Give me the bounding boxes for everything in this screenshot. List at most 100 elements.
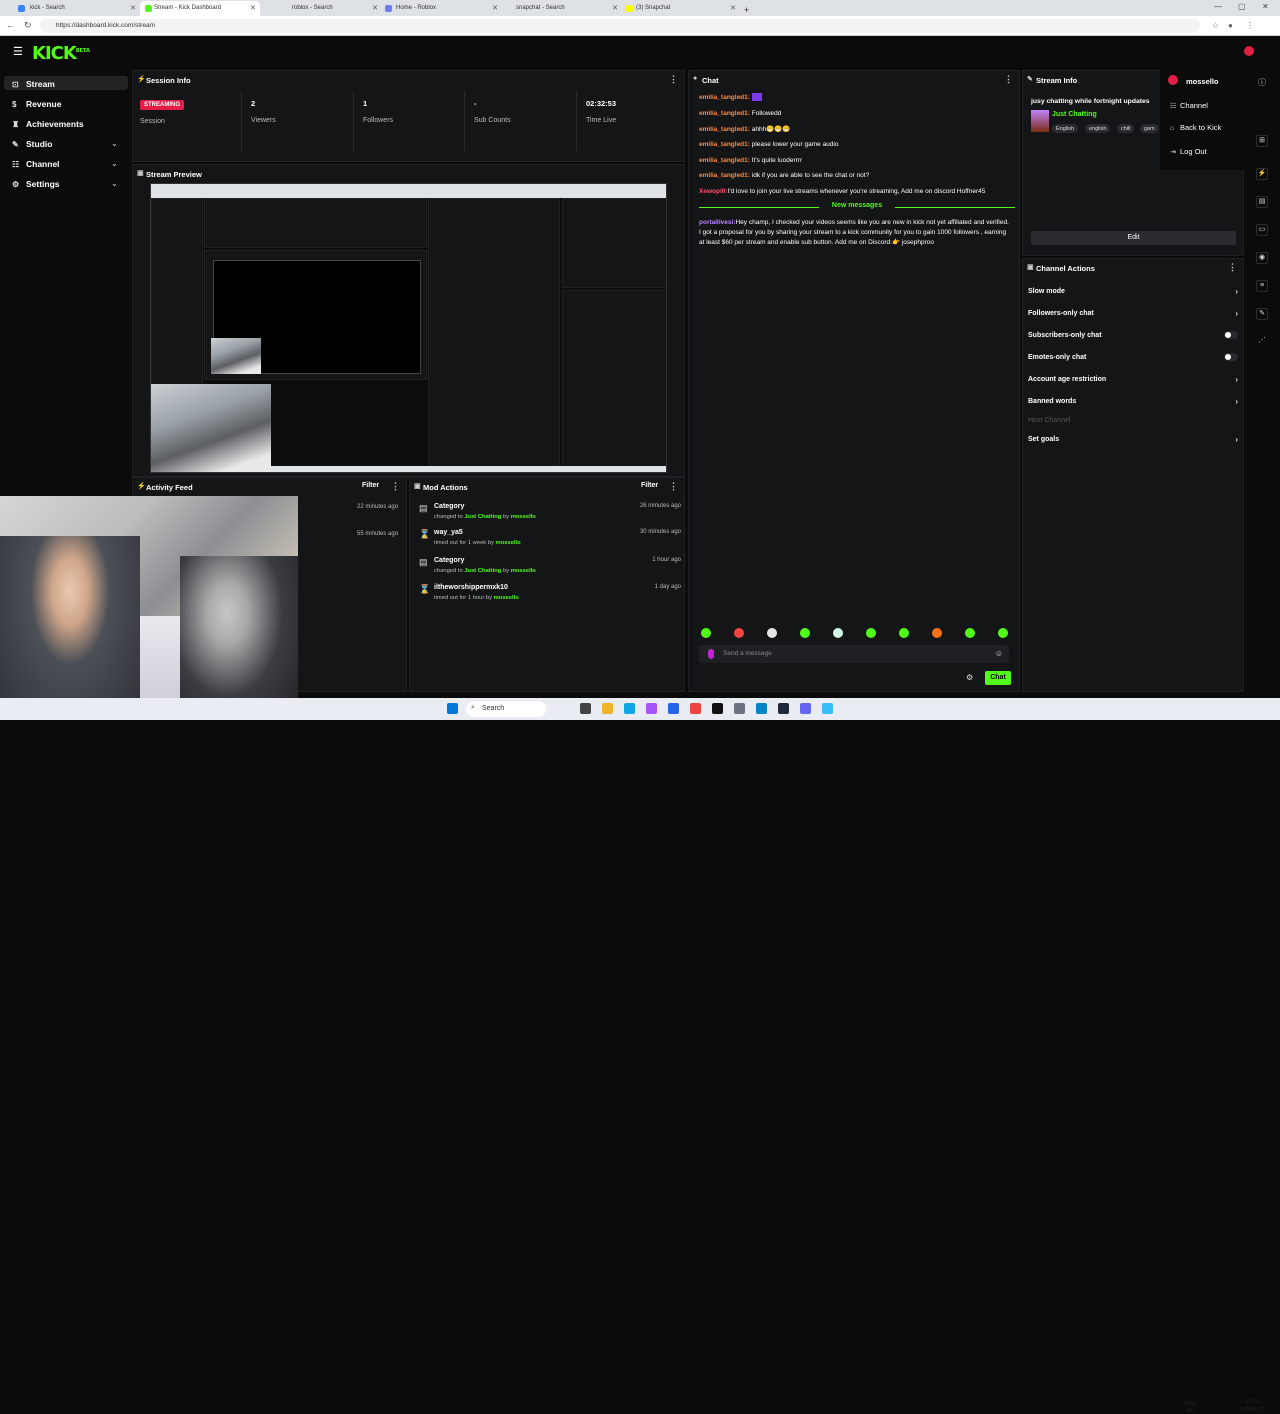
activity-filter-button[interactable]: Filter	[362, 482, 379, 489]
app-icon[interactable]	[668, 703, 679, 714]
more-options-icon[interactable]: ⋮	[1228, 262, 1237, 273]
dropdown-item-channel[interactable]: ☷ Channel	[1170, 101, 1208, 110]
rail-wrench-icon[interactable]: ✎	[1256, 308, 1268, 320]
close-icon[interactable]: ✕	[612, 4, 618, 12]
sidebar-item-achievements[interactable]: ♜ Achievements	[12, 119, 84, 129]
emote-icon[interactable]	[800, 628, 810, 638]
close-icon[interactable]: ✕	[250, 4, 256, 12]
user-avatar[interactable]	[1244, 46, 1254, 56]
tray-lang[interactable]: ENG	[1184, 1401, 1196, 1407]
emote-icon[interactable]	[998, 628, 1008, 638]
action-followers-only-chat[interactable]: Followers-only chat ›	[1028, 309, 1238, 318]
menu-icon[interactable]: ☰	[13, 45, 23, 58]
file-explorer-icon[interactable]	[602, 703, 613, 714]
sidebar-item-revenue[interactable]: $ Revenue	[12, 99, 61, 109]
browser-tab-kick-search[interactable]: kick - Search ✕	[0, 1, 140, 16]
dropdown-item-back-to-kick[interactable]: ⌂ Back to Kick	[1170, 123, 1221, 132]
emote-icon[interactable]	[899, 628, 909, 638]
activity-time: 55 minutes ago	[357, 531, 399, 537]
chevron-down-icon[interactable]: ⌄	[111, 139, 118, 148]
close-window-icon[interactable]: ✕	[1262, 2, 1269, 11]
app-icon[interactable]	[778, 703, 789, 714]
more-options-icon[interactable]: ⋮	[1004, 74, 1013, 85]
app-icon[interactable]	[822, 703, 833, 714]
browser-tab-snapchat-search[interactable]: snapchat - Search ✕	[502, 1, 622, 16]
profile-avatar-icon[interactable]: ●	[1228, 21, 1233, 30]
subscribers-only-toggle[interactable]	[1224, 331, 1238, 339]
stat-viewers: 2 Viewers	[251, 99, 276, 124]
app-icon[interactable]	[646, 703, 657, 714]
action-slow-mode[interactable]: Slow mode ›	[1028, 287, 1238, 296]
back-icon[interactable]: ←	[6, 20, 15, 30]
task-view-icon[interactable]	[580, 703, 591, 714]
action-account-age-restriction[interactable]: Account age restriction ›	[1028, 375, 1238, 384]
divider	[353, 91, 354, 151]
browser-tab-roblox-home[interactable]: Home - Roblox ✕	[382, 1, 502, 16]
taskbar-search[interactable]: ⌕ Search	[466, 701, 546, 717]
rail-bolt-icon[interactable]: ⚡	[1256, 168, 1268, 180]
channel-icon: ☷	[12, 160, 20, 169]
browser-tab-kick-dashboard[interactable]: Stream - Kick Dashboard ✕	[140, 1, 260, 16]
chat-send-button[interactable]: Chat	[985, 671, 1011, 685]
close-icon[interactable]: ✕	[492, 4, 498, 12]
edge-icon[interactable]	[624, 703, 635, 714]
category-thumbnail[interactable]	[1031, 110, 1049, 132]
rail-list-icon[interactable]: ≡	[1256, 280, 1268, 292]
action-banned-words[interactable]: Banned words ›	[1028, 397, 1238, 406]
sidebar-item-stream[interactable]: ⊡ Stream	[12, 79, 55, 89]
emote-icon[interactable]	[932, 628, 942, 638]
close-icon[interactable]: ✕	[730, 4, 736, 12]
info-icon[interactable]: ⓘ	[1258, 77, 1266, 88]
emote-icon[interactable]	[767, 628, 777, 638]
url-input[interactable]: https://dashboard.kick.com/stream	[40, 19, 1200, 33]
stream-preview-video[interactable]	[150, 183, 667, 473]
emote-icon[interactable]	[866, 628, 876, 638]
emoji-icon[interactable]: ☺	[995, 649, 1003, 658]
tray-date[interactable]: 07/08/2025	[1238, 1407, 1266, 1413]
chevron-down-icon[interactable]: ⌄	[111, 159, 118, 168]
browser-tab-snapchat[interactable]: (3) Snapchat ✕	[622, 1, 740, 16]
tag: English	[1052, 124, 1079, 133]
settings-icon[interactable]	[734, 703, 745, 714]
sidebar-item-settings[interactable]: ⚙ Settings	[12, 179, 60, 189]
more-options-icon[interactable]: ⋮	[669, 481, 678, 492]
new-tab-button[interactable]: +	[740, 1, 756, 16]
dropdown-item-log-out[interactable]: ⇥ Log Out	[1170, 147, 1207, 156]
tray-time[interactable]: 13:07	[1246, 1399, 1260, 1405]
emote-icon[interactable]	[965, 628, 975, 638]
reload-icon[interactable]: ↻	[24, 20, 32, 31]
emotes-only-toggle[interactable]	[1224, 353, 1238, 361]
steam-icon[interactable]	[712, 703, 723, 714]
close-icon[interactable]: ✕	[372, 4, 378, 12]
emote-icon[interactable]	[833, 628, 843, 638]
mod-filter-button[interactable]: Filter	[641, 482, 658, 489]
close-icon[interactable]: ✕	[130, 4, 136, 12]
chat-settings-icon[interactable]: ⚙	[966, 673, 973, 682]
sidebar-item-channel[interactable]: ☷ Channel	[12, 159, 60, 169]
minimize-icon[interactable]: —	[1214, 2, 1222, 11]
rail-chat-icon[interactable]: ▭	[1256, 224, 1268, 236]
star-icon[interactable]: ☆	[1212, 21, 1219, 30]
rail-broadcast-icon[interactable]: ◉	[1256, 252, 1268, 264]
rail-share-icon[interactable]: ⋰	[1256, 336, 1268, 348]
emote-icon[interactable]	[734, 628, 744, 638]
chrome-icon[interactable]	[690, 703, 701, 714]
kick-logo[interactable]: KICKBETA	[32, 43, 90, 64]
windows-start-icon[interactable]	[447, 703, 458, 714]
more-options-icon[interactable]: ⋮	[391, 481, 400, 492]
action-set-goals[interactable]: Set goals ›	[1028, 435, 1238, 444]
more-options-icon[interactable]: ⋮	[669, 74, 678, 85]
app-icon[interactable]	[756, 703, 767, 714]
maximize-icon[interactable]: ▢	[1238, 2, 1246, 11]
rail-grid-icon[interactable]: ⊞	[1256, 135, 1268, 147]
more-icon[interactable]: ⋮	[1246, 21, 1254, 30]
rail-layout-icon[interactable]: ▤	[1256, 196, 1268, 208]
category-link[interactable]: Just Chatting	[1052, 111, 1097, 118]
browser-tab-roblox-search[interactable]: roblox - Search ✕	[262, 1, 382, 16]
sidebar-item-studio[interactable]: ✎ Studio	[12, 139, 52, 149]
edit-stream-info-button[interactable]: Edit	[1031, 231, 1236, 245]
chat-message-input[interactable]: Send a message ☺	[699, 645, 1009, 663]
app-icon[interactable]	[800, 703, 811, 714]
emote-icon[interactable]	[701, 628, 711, 638]
chevron-down-icon[interactable]: ⌄	[111, 179, 118, 188]
